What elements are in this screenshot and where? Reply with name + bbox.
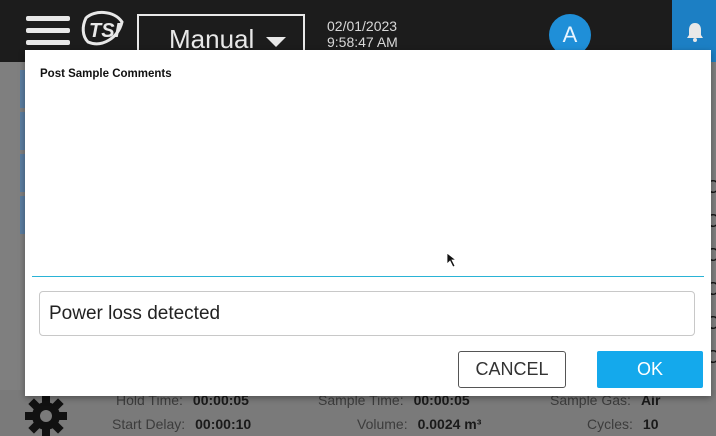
- comment-input[interactable]: Power loss detected: [39, 291, 695, 336]
- menu-icon[interactable]: [26, 16, 70, 46]
- cancel-button[interactable]: CANCEL: [458, 351, 566, 388]
- volume-value: 0.0024 m³: [417, 416, 482, 432]
- ok-button[interactable]: OK: [597, 351, 703, 388]
- time-text: 9:58:47 AM: [327, 34, 398, 50]
- cycles-label: Cycles:: [587, 416, 633, 432]
- volume: Volume: 0.0024 m³: [357, 416, 481, 432]
- gear-icon[interactable]: [22, 392, 70, 436]
- date-text: 02/01/2023: [327, 18, 398, 34]
- comment-area-divider: [32, 276, 704, 277]
- comment-dialog: Post Sample Comments Power loss detected…: [25, 50, 711, 396]
- start-delay-value: 00:00:10: [195, 416, 252, 432]
- cycles: Cycles: 10: [587, 416, 658, 432]
- logo-text: TSI: [89, 20, 121, 42]
- caret-down-icon: [266, 37, 286, 47]
- datetime: 02/01/2023 9:58:47 AM: [327, 18, 398, 50]
- cycles-value: 10: [642, 416, 659, 432]
- start-delay: Start Delay: 00:00:10: [112, 416, 251, 432]
- volume-label: Volume:: [357, 416, 408, 432]
- mouse-cursor-icon: [446, 252, 458, 268]
- dialog-title: Post Sample Comments: [40, 68, 172, 80]
- bell-icon: [687, 23, 703, 42]
- start-delay-label: Start Delay:: [112, 416, 186, 432]
- tsi-logo: TSI: [80, 8, 126, 50]
